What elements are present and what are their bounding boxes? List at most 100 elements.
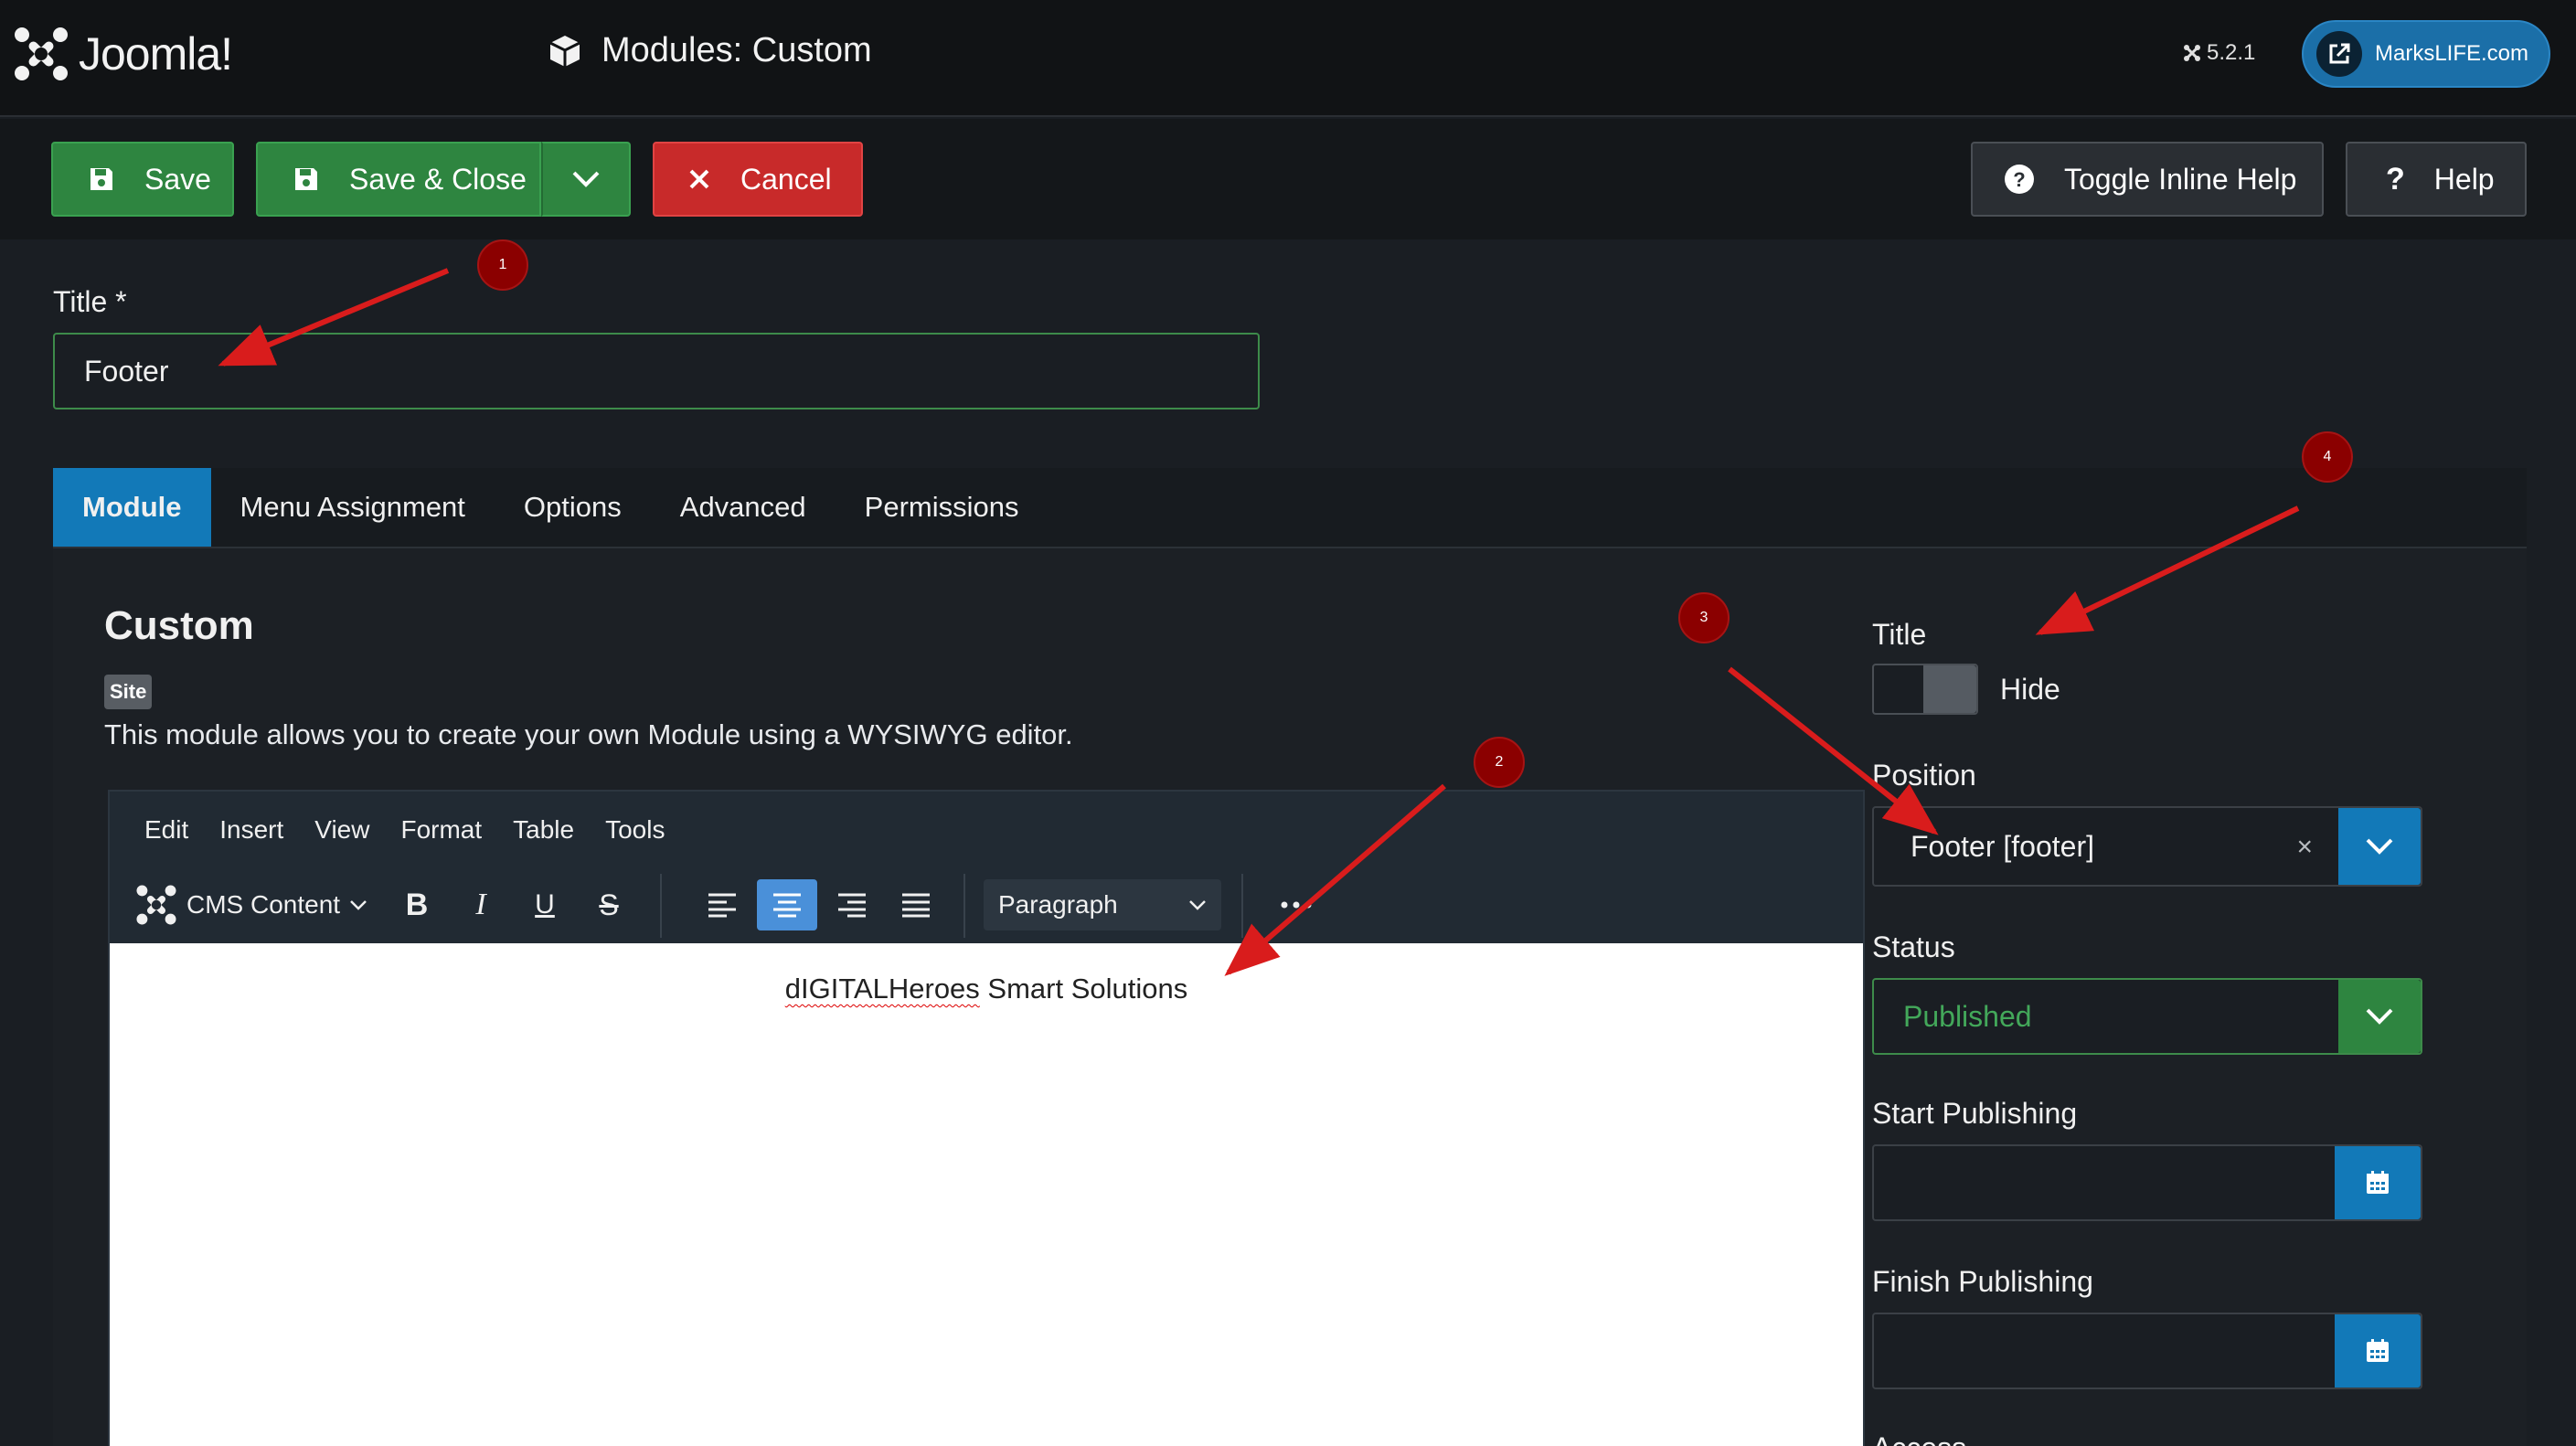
tab-advanced[interactable]: Advanced xyxy=(651,468,836,547)
position-value: Footer [footer] xyxy=(1911,829,2094,863)
question-circle-icon: ? xyxy=(2004,164,2035,195)
block-format-select[interactable]: Paragraph xyxy=(984,879,1221,930)
start-calendar-button[interactable] xyxy=(2335,1146,2421,1219)
chevron-down-icon xyxy=(350,900,367,910)
finish-calendar-button[interactable] xyxy=(2335,1314,2421,1388)
menu-format[interactable]: Format xyxy=(400,815,482,845)
editor-toolbar: CMS Content B I U S Paragraph xyxy=(110,868,1863,943)
editor-menubar: Edit Insert View Format Table Tools xyxy=(110,792,1863,868)
annotation-marker-1: 1 xyxy=(477,239,528,291)
clear-icon[interactable]: × xyxy=(2296,832,2313,863)
module-description: This module allows you to create your ow… xyxy=(104,718,1073,750)
page-title: Modules: Custom xyxy=(547,31,872,70)
show-title-switch[interactable] xyxy=(1872,664,1978,715)
joomla-logo-icon xyxy=(136,885,176,925)
italic-button[interactable]: I xyxy=(459,879,503,930)
chevron-down-icon xyxy=(2366,838,2393,855)
align-center-icon xyxy=(773,893,801,918)
save-button[interactable]: Save xyxy=(51,142,234,217)
view-site-button[interactable]: MarksLIFE.com xyxy=(2302,20,2550,88)
menu-tools[interactable]: Tools xyxy=(605,815,665,845)
bold-button[interactable]: B xyxy=(395,879,439,930)
tab-permissions[interactable]: Permissions xyxy=(836,468,1048,547)
svg-text:?: ? xyxy=(2013,168,2025,191)
save-close-label: Save & Close xyxy=(349,162,527,196)
annotation-marker-3: 3 xyxy=(1678,592,1730,643)
toolbar-divider xyxy=(963,874,965,938)
position-select[interactable]: Footer [footer] × xyxy=(1872,806,2422,887)
tab-menu-assignment[interactable]: Menu Assignment xyxy=(211,468,495,547)
align-center-button[interactable] xyxy=(757,879,817,930)
joomla-logo[interactable]: Joomla! xyxy=(13,26,233,82)
help-button[interactable]: ? Help xyxy=(2346,142,2527,217)
finish-publishing-label: Finish Publishing xyxy=(1872,1265,2093,1298)
cms-content-button[interactable]: CMS Content xyxy=(135,879,373,930)
cancel-label: Cancel xyxy=(740,162,832,196)
underline-icon: U xyxy=(535,889,555,920)
tab-module[interactable]: Module xyxy=(53,468,211,547)
align-left-icon xyxy=(708,893,736,918)
align-right-button[interactable] xyxy=(823,879,881,930)
close-icon xyxy=(687,167,711,191)
toggle-inline-help-button[interactable]: ? Toggle Inline Help xyxy=(1971,142,2324,217)
joomla-small-icon xyxy=(2184,45,2200,61)
start-publishing-input[interactable] xyxy=(1872,1144,2422,1221)
app-header: Joomla! Modules: Custom 5.2.1 MarksLIFE.… xyxy=(0,0,2576,117)
menu-insert[interactable]: Insert xyxy=(219,815,283,845)
help-label: Help xyxy=(2433,162,2495,196)
align-left-button[interactable] xyxy=(693,879,751,930)
chevron-down-icon xyxy=(1189,900,1206,910)
block-format-value: Paragraph xyxy=(998,890,1118,919)
status-select[interactable]: Published xyxy=(1872,978,2422,1055)
more-tools-button[interactable] xyxy=(1271,879,1322,930)
calendar-icon xyxy=(2367,1171,2389,1194)
show-title-switch-label: Hide xyxy=(2000,673,2060,706)
title-field-label: Title * xyxy=(53,285,127,318)
chevron-down-icon xyxy=(2366,1008,2393,1025)
status-dropdown-toggle[interactable] xyxy=(2338,980,2421,1053)
underline-button[interactable]: U xyxy=(523,879,567,930)
editor-paragraph: dIGITALHeroes Smart Solutions xyxy=(110,973,1863,1005)
page-title-text: Modules: Custom xyxy=(601,31,872,69)
version-text: 5.2.1 xyxy=(2207,40,2256,65)
finish-publishing-input[interactable] xyxy=(1872,1313,2422,1389)
position-dropdown-toggle[interactable] xyxy=(2338,808,2421,885)
chevron-down-icon xyxy=(572,171,600,187)
position-label: Position xyxy=(1872,759,1976,792)
align-justify-icon xyxy=(902,893,930,918)
annotation-marker-2: 2 xyxy=(1474,737,1525,788)
switch-knob xyxy=(1923,665,1976,713)
wysiwyg-editor: Edit Insert View Format Table Tools CMS … xyxy=(108,790,1865,1446)
misspelled-word: dIGITALHeroes xyxy=(784,973,980,1005)
calendar-icon xyxy=(2367,1339,2389,1362)
annotation-marker-4: 4 xyxy=(2302,431,2353,483)
joomla-logo-icon xyxy=(15,27,68,80)
floppy-disk-icon xyxy=(88,165,115,193)
justify-button[interactable] xyxy=(887,879,945,930)
module-tabs: Module Menu Assignment Options Advanced … xyxy=(53,468,2527,548)
site-link-label: MarksLIFE.com xyxy=(2375,41,2529,66)
strikethrough-icon: S xyxy=(599,888,619,921)
version-label: 5.2.1 xyxy=(2183,40,2255,66)
external-link-icon xyxy=(2316,31,2362,77)
toolbar-divider xyxy=(1241,874,1243,938)
status-value: Published xyxy=(1903,999,2032,1033)
cube-icon xyxy=(549,35,580,67)
editor-content-area[interactable]: dIGITALHeroes Smart Solutions xyxy=(110,943,1863,1446)
cancel-button[interactable]: Cancel xyxy=(653,142,863,217)
tab-options[interactable]: Options xyxy=(495,468,651,547)
cms-content-label: CMS Content xyxy=(186,890,341,919)
strikethrough-button[interactable]: S xyxy=(587,879,631,930)
bold-icon: B xyxy=(405,887,429,922)
menu-table[interactable]: Table xyxy=(513,815,574,845)
editor-text-rest: Smart Solutions xyxy=(979,973,1188,1005)
save-close-button[interactable]: Save & Close xyxy=(256,142,541,217)
floppy-disk-icon xyxy=(293,165,320,193)
save-options-dropdown[interactable] xyxy=(541,142,631,217)
menu-view[interactable]: View xyxy=(314,815,369,845)
title-input[interactable]: Footer xyxy=(53,333,1260,409)
menu-edit[interactable]: Edit xyxy=(144,815,188,845)
toggle-help-label: Toggle Inline Help xyxy=(2064,162,2297,196)
question-mark-icon: ? xyxy=(2386,161,2405,197)
access-label: Access xyxy=(1872,1431,1966,1446)
